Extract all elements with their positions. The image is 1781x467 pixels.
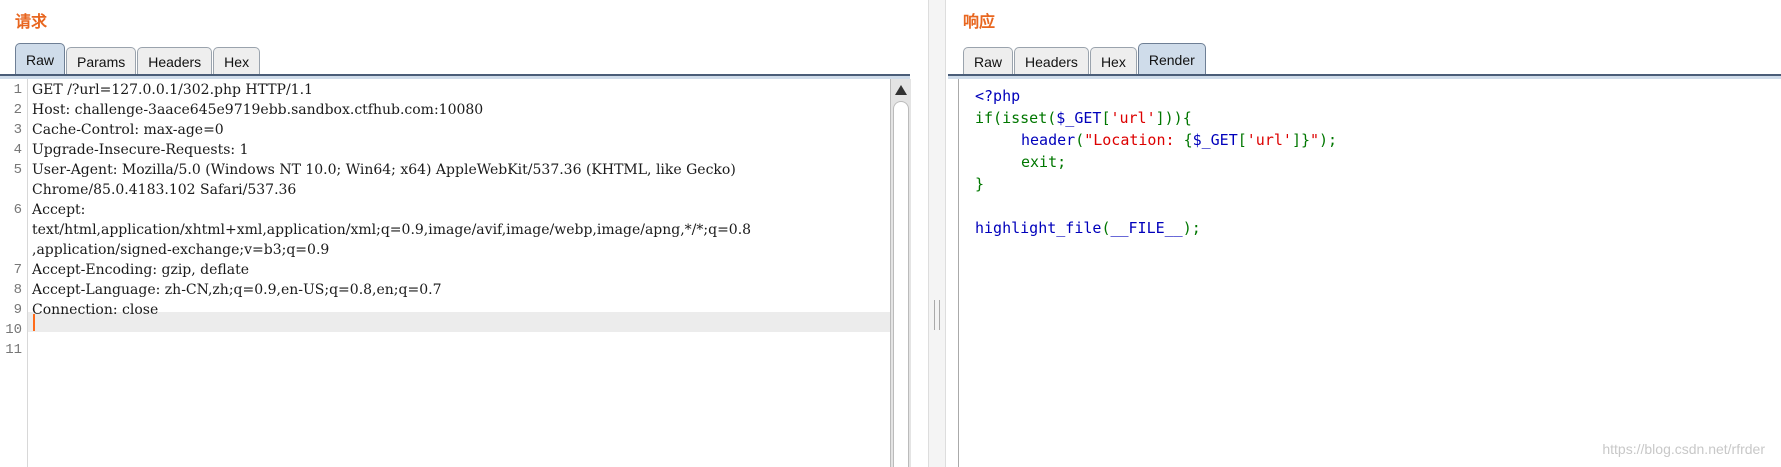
code-token: exit; — [1021, 153, 1067, 171]
code-token: " — [1310, 131, 1320, 149]
request-line: Connection: close — [32, 302, 159, 318]
code-token: 'url' — [1246, 131, 1292, 149]
request-pane-title: 请求 — [15, 12, 48, 31]
code-token: ( — [1075, 131, 1085, 149]
tab-raw[interactable]: Raw — [15, 43, 66, 76]
request-editor[interactable]: 1 GET /?url=127.0.0.1/302.php HTTP/1.1 2… — [0, 79, 891, 467]
tab-hex[interactable]: Hex — [213, 47, 261, 76]
watermark-text: https://blog.csdn.net/rfrder — [1602, 441, 1765, 457]
code-token: ); — [1182, 219, 1201, 237]
php-line-highlight-file: highlight_file(__FILE__); — [975, 219, 1201, 237]
request-vertical-scrollbar[interactable] — [890, 79, 911, 467]
code-token: [ — [1237, 131, 1247, 149]
pane-splitter[interactable] — [928, 0, 946, 467]
request-line: text/html,application/xhtml+xml,applicat… — [32, 222, 752, 238]
line-number: 7 — [13, 262, 22, 278]
code-token: header — [1021, 131, 1076, 149]
tab-raw[interactable]: Raw — [963, 47, 1014, 76]
splitter-grip-icon[interactable] — [934, 300, 940, 330]
tab-hex[interactable]: Hex — [1089, 47, 1137, 76]
line-number: 9 — [13, 302, 22, 318]
response-tab-bar: Raw Headers Hex Render — [963, 42, 1207, 76]
code-token: __FILE__ — [1110, 219, 1183, 237]
line-number: 2 — [13, 102, 22, 118]
code-token: 'url' — [1110, 109, 1156, 127]
request-line: ,application/signed-exchange;v=b3;q=0.9 — [32, 242, 330, 258]
php-line-if: if(isset($_GET['url'])){ — [975, 109, 1192, 127]
response-pane-title: 响应 — [963, 12, 996, 31]
code-token: <?php — [975, 87, 1021, 105]
php-line-close-brace: } — [975, 175, 984, 193]
php-open-tag: <?php — [975, 87, 1020, 105]
request-line: Chrome/85.0.4183.102 Safari/537.36 — [32, 182, 297, 198]
tab-params[interactable]: Params — [66, 47, 137, 76]
line-number: 5 — [13, 162, 22, 178]
code-token: ] — [1291, 131, 1301, 149]
line-number: 11 — [5, 342, 22, 358]
code-token: highlight_file — [975, 219, 1102, 237]
line-number: 10 — [5, 322, 22, 338]
request-line: Accept-Language: zh-CN,zh;q=0.9,en-US;q=… — [32, 282, 442, 298]
response-render-view: <?php if(isset($_GET['url'])){ header("L… — [958, 79, 1781, 467]
request-line: Host: challenge-3aace645e9719ebb.sandbox… — [32, 102, 484, 118]
line-number: 4 — [13, 142, 22, 158]
code-token: } — [975, 175, 985, 193]
request-line: Cache-Control: max-age=0 — [32, 122, 224, 138]
line-number: 8 — [13, 282, 22, 298]
tab-render[interactable]: Render — [1137, 43, 1206, 76]
php-line-header: header("Location: {$_GET['url']}"); — [1021, 131, 1337, 149]
code-token: $_GET — [1192, 131, 1238, 149]
request-line: Accept: — [32, 202, 86, 218]
tab-headers[interactable]: Headers — [1014, 47, 1089, 76]
code-token: } — [1300, 131, 1310, 149]
scrollbar-thumb[interactable] — [893, 101, 909, 467]
code-token: $_GET — [1056, 109, 1102, 127]
code-token: ])){ — [1155, 109, 1192, 127]
code-token: if(isset( — [975, 109, 1057, 127]
tab-headers[interactable]: Headers — [137, 47, 213, 76]
code-token: { — [1183, 131, 1193, 149]
request-line: Accept-Encoding: gzip, deflate — [32, 262, 250, 278]
php-line-exit: exit; — [1021, 153, 1066, 171]
request-line: GET /?url=127.0.0.1/302.php HTTP/1.1 — [32, 82, 313, 98]
scroll-up-arrow-icon[interactable] — [895, 85, 907, 95]
request-line: User-Agent: Mozilla/5.0 (Windows NT 10.0… — [32, 162, 736, 178]
line-number: 1 — [13, 82, 22, 98]
request-tab-bar: Raw Params Headers Hex — [15, 42, 261, 76]
code-token: ); — [1319, 131, 1338, 149]
line-number: 6 — [13, 202, 22, 218]
request-line: Upgrade-Insecure-Requests: 1 — [32, 142, 249, 158]
line-number: 3 — [13, 122, 22, 138]
code-token: "Location: — [1084, 131, 1184, 149]
